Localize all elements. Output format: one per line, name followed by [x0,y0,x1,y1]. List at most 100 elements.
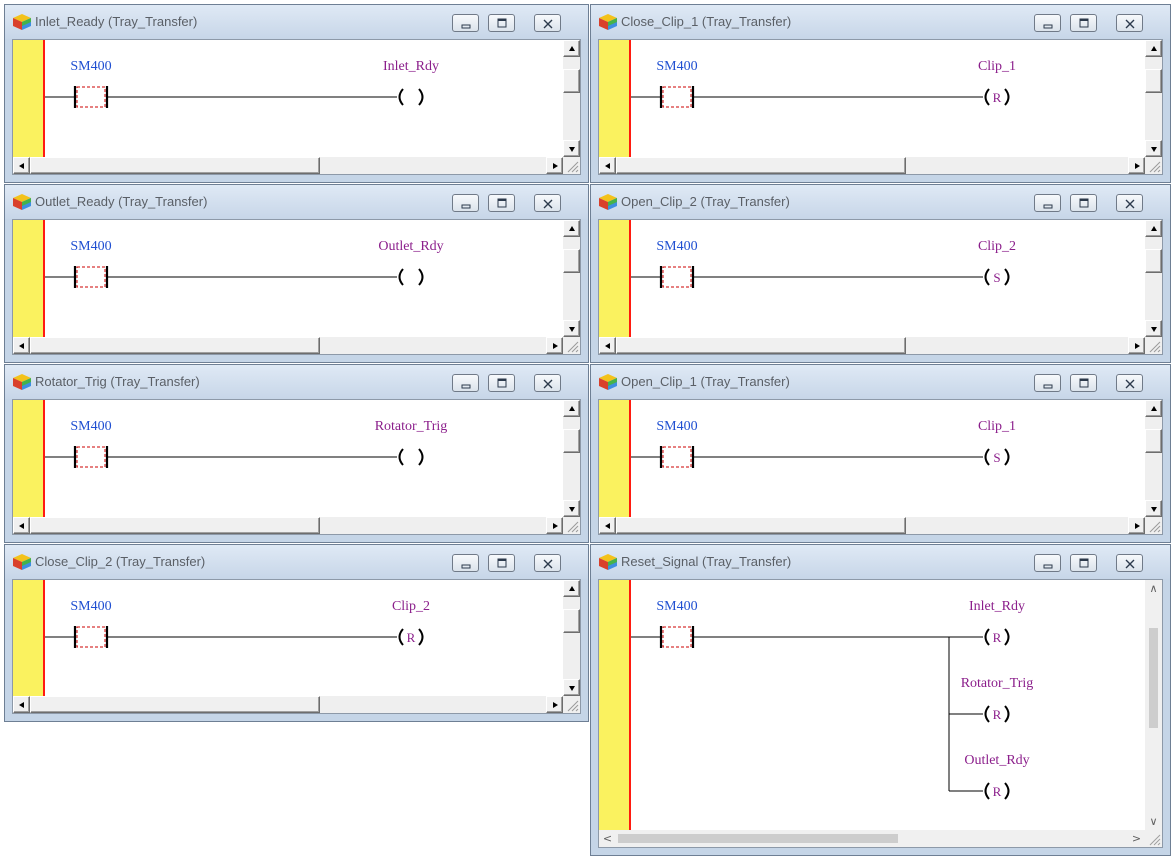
vertical-scrollbar[interactable] [1145,400,1162,517]
scroll-down-button[interactable] [563,500,580,517]
vertical-scroll-thumb[interactable] [1145,249,1162,273]
horizontal-scrollbar[interactable] [599,337,1145,354]
window-minimize-button[interactable] [452,194,479,212]
window-close-button[interactable] [534,194,561,212]
scroll-up-button[interactable] [563,40,580,57]
scroll-up-arrow-icon[interactable]: ∧ [1145,580,1162,597]
horizontal-scrollbar[interactable] [13,517,563,534]
window-minimize-button[interactable] [1034,374,1061,392]
size-grip-icon[interactable] [563,337,580,354]
scroll-down-button[interactable] [1145,320,1162,337]
ladder-window-open-clip-1[interactable]: Open_Clip_1 (Tray_Transfer) SM400 S Clip_1 [590,364,1171,543]
size-grip-icon[interactable] [563,696,580,713]
window-close-button[interactable] [1116,194,1143,212]
contact-sm400[interactable] [73,446,109,468]
coil-rotator-trig[interactable] [398,448,424,466]
vertical-scroll-thumb[interactable] [563,609,580,633]
size-grip-icon[interactable] [1145,337,1162,354]
horizontal-scroll-thumb[interactable] [616,337,906,354]
window-title-bar[interactable]: Inlet_Ready (Tray_Transfer) [5,5,588,39]
ladder-window-rotator-trig[interactable]: Rotator_Trig (Tray_Transfer) SM400 Rotator… [4,364,589,543]
ladder-window-open-clip-2[interactable]: Open_Clip_2 (Tray_Transfer) SM400 S Clip_2 [590,184,1171,363]
ladder-editor-area[interactable]: SM400 S Clip_1 [598,399,1163,535]
window-close-button[interactable] [1116,14,1143,32]
scroll-right-button[interactable] [546,696,563,713]
size-grip-icon[interactable] [563,157,580,174]
vertical-scrollbar[interactable] [563,400,580,517]
window-minimize-button[interactable] [452,374,479,392]
ladder-editor-area[interactable]: SM400 R Clip_2 [12,579,581,714]
scroll-left-button[interactable] [599,517,616,534]
ladder-editor-area[interactable]: SM400 R Inlet_Rdy R Rotator_Trig R Outlet_Rdy ∧… [598,579,1163,848]
contact-sm400[interactable] [73,266,109,288]
ladder-window-close-clip-1[interactable]: Close_Clip_1 (Tray_Transfer) SM400 R Clip_1 [590,4,1171,183]
window-title-bar[interactable]: Open_Clip_1 (Tray_Transfer) [591,365,1170,399]
scroll-left-button[interactable] [13,337,30,354]
vertical-scroll-thumb[interactable] [1145,69,1162,93]
window-minimize-button[interactable] [1034,194,1061,212]
vertical-scrollbar[interactable] [563,580,580,696]
scroll-left-button[interactable] [599,337,616,354]
ladder-editor-area[interactable]: SM400 Inlet_Rdy [12,39,581,175]
scroll-up-button[interactable] [1145,40,1162,57]
vertical-scroll-thumb[interactable] [1145,429,1162,453]
vertical-scrollbar[interactable] [1145,220,1162,337]
ladder-window-inlet-ready[interactable]: Inlet_Ready (Tray_Transfer) SM400 Inlet_Rd… [4,4,589,183]
scroll-right-button[interactable] [546,337,563,354]
window-close-button[interactable] [1116,554,1143,572]
horizontal-scrollbar[interactable] [13,337,563,354]
contact-sm400[interactable] [659,626,695,648]
scroll-down-button[interactable] [1145,140,1162,157]
window-maximize-button[interactable] [1070,194,1097,212]
vertical-scroll-thumb[interactable] [563,69,580,93]
scroll-up-button[interactable] [563,400,580,417]
vertical-scrollbar[interactable]: ∧ ∨ [1145,580,1162,830]
ladder-editor-area[interactable]: SM400 Outlet_Rdy [12,219,581,355]
ladder-editor-area[interactable]: SM400 Rotator_Trig [12,399,581,535]
scroll-left-button[interactable] [13,517,30,534]
scroll-right-button[interactable] [1128,517,1145,534]
window-minimize-button[interactable] [452,14,479,32]
contact-sm400[interactable] [659,266,695,288]
horizontal-scroll-thumb[interactable] [616,517,906,534]
window-close-button[interactable] [534,554,561,572]
vertical-scrollbar[interactable] [563,40,580,157]
horizontal-scrollbar[interactable] [13,157,563,174]
window-maximize-button[interactable] [488,194,515,212]
horizontal-scrollbar[interactable] [599,157,1145,174]
window-maximize-button[interactable] [488,374,515,392]
contact-sm400[interactable] [73,86,109,108]
scroll-down-button[interactable] [563,679,580,696]
scroll-right-button[interactable] [1128,157,1145,174]
scroll-right-arrow-icon[interactable]: > [1128,830,1145,847]
window-maximize-button[interactable] [488,554,515,572]
horizontal-scrollbar[interactable]: < > [599,830,1145,847]
contact-sm400[interactable] [659,446,695,468]
horizontal-scrollbar[interactable] [13,696,563,713]
horizontal-scroll-thumb[interactable] [30,696,320,713]
contact-sm400[interactable] [659,86,695,108]
window-close-button[interactable] [1116,374,1143,392]
window-maximize-button[interactable] [1070,554,1097,572]
vertical-scroll-thumb[interactable] [563,429,580,453]
scroll-up-button[interactable] [1145,400,1162,417]
scroll-down-button[interactable] [563,320,580,337]
vertical-scrollbar[interactable] [1145,40,1162,157]
size-grip-icon[interactable] [563,517,580,534]
vertical-scroll-thumb[interactable] [563,249,580,273]
scroll-left-button[interactable] [599,157,616,174]
vertical-scrollbar[interactable] [563,220,580,337]
window-maximize-button[interactable] [1070,374,1097,392]
ladder-editor-area[interactable]: SM400 S Clip_2 [598,219,1163,355]
size-grip-icon[interactable] [1145,517,1162,534]
window-title-bar[interactable]: Open_Clip_2 (Tray_Transfer) [591,185,1170,219]
ladder-window-close-clip-2[interactable]: Close_Clip_2 (Tray_Transfer) SM400 R Clip_2 [4,544,589,722]
scroll-right-button[interactable] [546,517,563,534]
scroll-left-button[interactable] [13,157,30,174]
size-grip-icon[interactable] [1145,157,1162,174]
window-minimize-button[interactable] [1034,554,1061,572]
window-title-bar[interactable]: Close_Clip_2 (Tray_Transfer) [5,545,588,579]
contact-sm400[interactable] [73,626,109,648]
window-title-bar[interactable]: Reset_Signal (Tray_Transfer) [591,545,1170,579]
window-minimize-button[interactable] [1034,14,1061,32]
